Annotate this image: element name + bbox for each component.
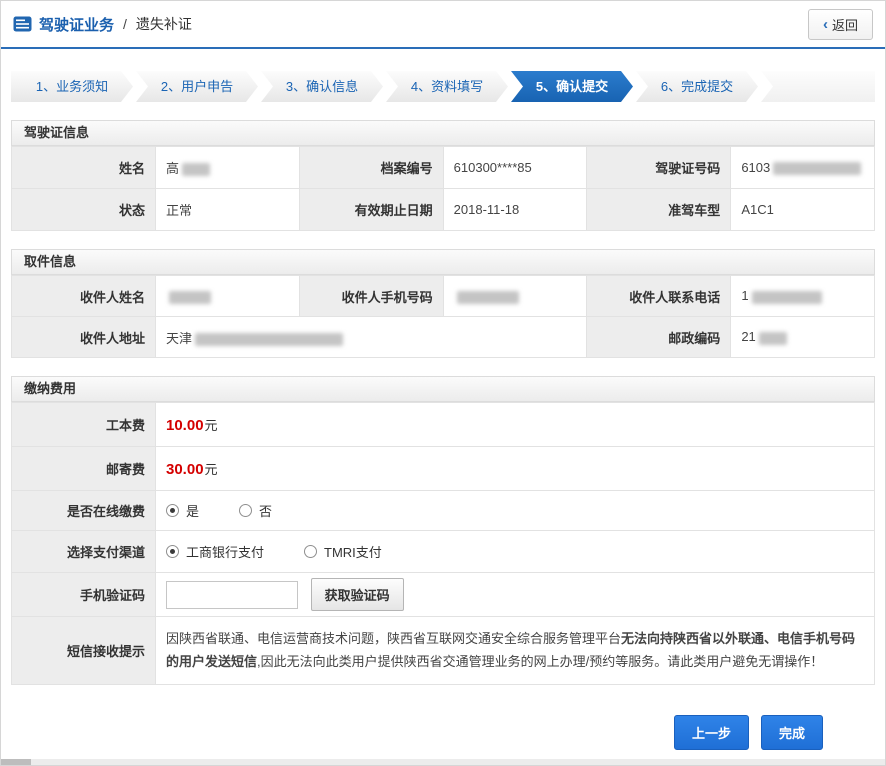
status-label: 状态: [12, 189, 156, 231]
fees-table: 工本费 10.00元 邮寄费 30.00元 是否在线缴费 是: [11, 402, 875, 685]
page-subtitle: 遗失补证: [136, 14, 192, 34]
postcode-value: 21: [731, 317, 875, 358]
step-wizard: 1、业务须知 2、用户申告 3、确认信息 4、资料填写 5、确认提交 6、完成提…: [11, 71, 875, 102]
online-yes-radio[interactable]: [166, 504, 179, 517]
fees-section-title: 缴纳费用: [11, 376, 875, 402]
form-icon: [13, 16, 32, 32]
step-4-fill-materials[interactable]: 4、资料填写: [386, 71, 508, 102]
file-no-label: 档案编号: [299, 147, 443, 189]
recipient-name-value: [156, 276, 300, 317]
pickup-info-section: 取件信息 收件人姓名 收件人手机号码 收件人联系电话 1 收件人地址 天津 邮政…: [11, 249, 875, 358]
pay-channel-label: 选择支付渠道: [12, 531, 156, 573]
file-no-value: 610300****85: [443, 147, 587, 189]
cost-fee-label: 工本费: [12, 403, 156, 447]
table-row: 收件人地址 天津 邮政编码 21: [12, 317, 875, 358]
tmri-pay-label[interactable]: TMRI支付: [324, 542, 382, 561]
horizontal-scrollbar[interactable]: [1, 759, 885, 765]
license-info-table: 姓名 高 档案编号 610300****85 驾驶证号码 6103 状态 正常 …: [11, 146, 875, 231]
online-pay-options: 是 否: [156, 491, 875, 531]
sms-notice-text: 因陕西省联通、电信运营商技术问题，陕西省互联网交通安全综合服务管理平台无法向持陕…: [156, 617, 875, 685]
sms-code-field: 获取验证码: [156, 573, 875, 617]
get-code-button[interactable]: 获取验证码: [311, 578, 404, 611]
step-bar-filler: [761, 71, 875, 102]
sms-notice-label: 短信接收提示: [12, 617, 156, 685]
online-yes-label[interactable]: 是: [186, 501, 199, 520]
recipient-name-label: 收件人姓名: [12, 276, 156, 317]
postage-fee-label: 邮寄费: [12, 447, 156, 491]
name-value: 高: [156, 147, 300, 189]
breadcrumb-separator: /: [123, 16, 127, 32]
online-no-label[interactable]: 否: [259, 501, 272, 520]
license-section-title: 驾驶证信息: [11, 120, 875, 146]
table-row: 状态 正常 有效期止日期 2018-11-18 准驾车型 A1C1: [12, 189, 875, 231]
license-info-section: 驾驶证信息 姓名 高 档案编号 610300****85 驾驶证号码 6103 …: [11, 120, 875, 231]
vehicle-type-label: 准驾车型: [587, 189, 731, 231]
redacted-value: [759, 332, 787, 345]
step-6-complete-submit[interactable]: 6、完成提交: [636, 71, 758, 102]
table-row: 工本费 10.00元: [12, 403, 875, 447]
table-row: 选择支付渠道 工商银行支付 TMRI支付: [12, 531, 875, 573]
recipient-tel-label: 收件人联系电话: [587, 276, 731, 317]
finish-button[interactable]: 完成: [761, 715, 823, 750]
step-2-user-declaration[interactable]: 2、用户申告: [136, 71, 258, 102]
postcode-label: 邮政编码: [587, 317, 731, 358]
address-label: 收件人地址: [12, 317, 156, 358]
fees-section: 缴纳费用 工本费 10.00元 邮寄费 30.00元 是否在线缴费 是: [11, 376, 875, 685]
page-title: 驾驶证业务: [39, 14, 114, 35]
table-row: 姓名 高 档案编号 610300****85 驾驶证号码 6103: [12, 147, 875, 189]
step-3-confirm-info[interactable]: 3、确认信息: [261, 71, 383, 102]
table-row: 是否在线缴费 是 否: [12, 491, 875, 531]
recipient-phone-label: 收件人手机号码: [299, 276, 443, 317]
recipient-phone-value: [443, 276, 587, 317]
table-row: 手机验证码 获取验证码: [12, 573, 875, 617]
expiry-value: 2018-11-18: [443, 189, 587, 231]
icbc-pay-radio[interactable]: [166, 545, 179, 558]
recipient-tel-value: 1: [731, 276, 875, 317]
table-row: 收件人姓名 收件人手机号码 收件人联系电话 1: [12, 276, 875, 317]
step-5-confirm-submit[interactable]: 5、确认提交: [511, 71, 633, 102]
expiry-label: 有效期止日期: [299, 189, 443, 231]
scrollbar-thumb[interactable]: [1, 759, 31, 765]
cost-fee-value: 10.00元: [156, 403, 875, 447]
tmri-pay-radio[interactable]: [304, 545, 317, 558]
chevron-left-icon: ‹: [823, 17, 828, 32]
icbc-pay-label[interactable]: 工商银行支付: [186, 542, 264, 561]
breadcrumb: 驾驶证业务 / 遗失补证: [13, 14, 192, 35]
online-no-radio[interactable]: [239, 504, 252, 517]
name-label: 姓名: [12, 147, 156, 189]
sms-code-input[interactable]: [166, 581, 298, 609]
step-1-business-notice[interactable]: 1、业务须知: [11, 71, 133, 102]
pay-channel-options: 工商银行支付 TMRI支付: [156, 531, 875, 573]
redacted-value: [752, 291, 822, 304]
redacted-value: [773, 162, 861, 175]
vehicle-type-value: A1C1: [731, 189, 875, 231]
postage-fee-value: 30.00元: [156, 447, 875, 491]
page: 驾驶证业务 / 遗失补证 ‹ 返回 1、业务须知 2、用户申告 3、确认信息 4…: [0, 0, 886, 766]
back-button[interactable]: ‹ 返回: [808, 9, 873, 40]
header: 驾驶证业务 / 遗失补证 ‹ 返回: [1, 1, 885, 49]
previous-step-button[interactable]: 上一步: [674, 715, 749, 750]
redacted-value: [457, 291, 519, 304]
table-row: 短信接收提示 因陕西省联通、电信运营商技术问题，陕西省互联网交通安全综合服务管理…: [12, 617, 875, 685]
redacted-value: [182, 163, 210, 176]
address-value: 天津: [156, 317, 587, 358]
sms-code-label: 手机验证码: [12, 573, 156, 617]
license-no-label: 驾驶证号码: [587, 147, 731, 189]
redacted-value: [195, 333, 343, 346]
license-no-value: 6103: [731, 147, 875, 189]
table-row: 邮寄费 30.00元: [12, 447, 875, 491]
back-button-label: 返回: [832, 15, 858, 34]
status-value: 正常: [156, 189, 300, 231]
footer-actions: 上一步 完成: [1, 715, 823, 750]
pickup-info-table: 收件人姓名 收件人手机号码 收件人联系电话 1 收件人地址 天津 邮政编码 21: [11, 275, 875, 358]
online-pay-label: 是否在线缴费: [12, 491, 156, 531]
redacted-value: [169, 291, 211, 304]
pickup-section-title: 取件信息: [11, 249, 875, 275]
